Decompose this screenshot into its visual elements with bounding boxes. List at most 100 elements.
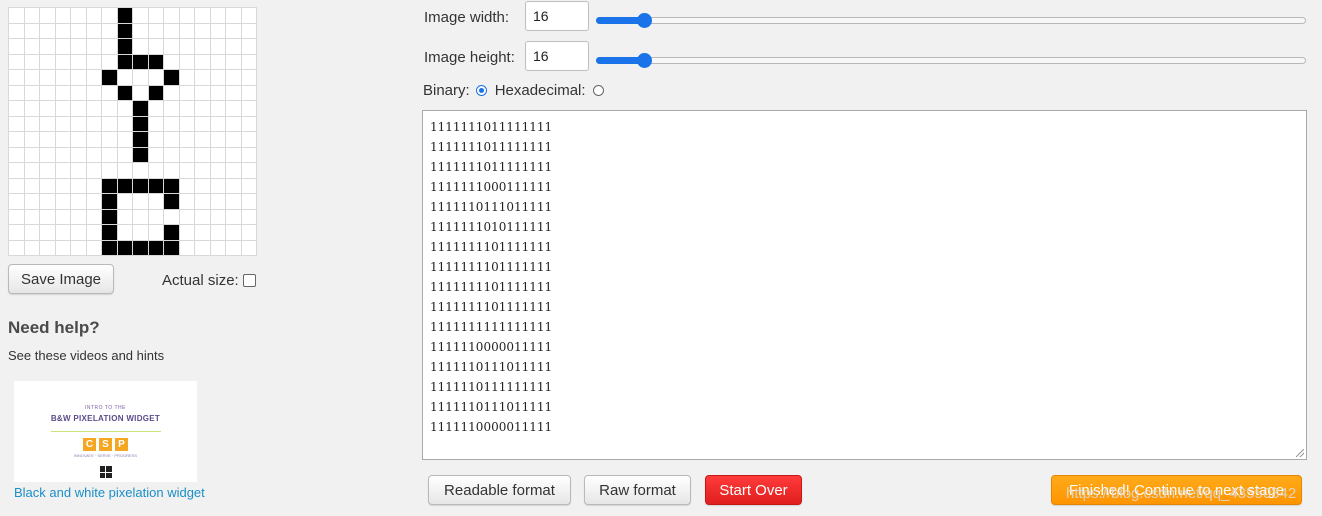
pixel-cell[interactable] xyxy=(55,116,71,132)
pixel-cell[interactable] xyxy=(210,240,226,256)
pixel-cell[interactable] xyxy=(71,132,87,148)
pixel-cell[interactable] xyxy=(164,209,180,225)
pixel-cell[interactable] xyxy=(40,85,56,101)
pixel-cell[interactable] xyxy=(179,101,195,117)
pixel-cell[interactable] xyxy=(71,240,87,256)
pixel-cell[interactable] xyxy=(164,116,180,132)
actual-size-checkbox[interactable] xyxy=(242,274,256,287)
image-height-slider[interactable] xyxy=(596,53,1306,68)
pixel-cell[interactable] xyxy=(40,240,56,256)
pixel-cell[interactable] xyxy=(40,147,56,163)
video-thumbnail[interactable]: INTRO TO THE B&W PIXELATION WIDGET C S P… xyxy=(14,381,197,482)
image-height-input[interactable]: 16 xyxy=(525,41,589,71)
pixel-cell[interactable] xyxy=(71,194,87,210)
pixel-cell[interactable] xyxy=(148,147,164,163)
pixel-cell[interactable] xyxy=(195,8,211,24)
start-over-button[interactable]: Start Over xyxy=(705,475,802,505)
pixel-cell[interactable] xyxy=(86,147,102,163)
pixel-cell[interactable] xyxy=(40,132,56,148)
pixel-cell[interactable] xyxy=(133,23,149,39)
pixel-cell[interactable] xyxy=(179,8,195,24)
pixel-cell[interactable] xyxy=(226,116,242,132)
pixel-cell[interactable] xyxy=(179,194,195,210)
pixelation-widget-link[interactable]: Black and white pixelation widget xyxy=(14,485,205,500)
pixel-cell[interactable] xyxy=(226,194,242,210)
pixel-cell[interactable] xyxy=(195,54,211,70)
pixel-cell[interactable] xyxy=(133,39,149,55)
pixel-cell[interactable] xyxy=(164,147,180,163)
pixel-cell[interactable] xyxy=(9,209,25,225)
pixel-cell[interactable] xyxy=(226,209,242,225)
pixel-cell[interactable] xyxy=(226,178,242,194)
pixel-cell[interactable] xyxy=(71,8,87,24)
pixel-cell[interactable] xyxy=(195,116,211,132)
pixel-cell[interactable] xyxy=(102,178,118,194)
pixel-cell[interactable] xyxy=(241,23,257,39)
raw-format-button[interactable]: Raw format xyxy=(584,475,691,505)
pixel-cell[interactable] xyxy=(9,8,25,24)
pixel-cell[interactable] xyxy=(117,132,133,148)
pixel-cell[interactable] xyxy=(9,116,25,132)
pixel-cell[interactable] xyxy=(117,240,133,256)
pixel-cell[interactable] xyxy=(241,194,257,210)
pixel-cell[interactable] xyxy=(55,132,71,148)
pixel-cell[interactable] xyxy=(241,163,257,179)
pixel-cell[interactable] xyxy=(226,101,242,117)
pixel-cell[interactable] xyxy=(71,178,87,194)
pixel-cell[interactable] xyxy=(117,147,133,163)
pixel-cell[interactable] xyxy=(40,23,56,39)
pixel-cell[interactable] xyxy=(133,163,149,179)
pixel-cell[interactable] xyxy=(241,101,257,117)
pixel-cell[interactable] xyxy=(195,132,211,148)
pixel-cell[interactable] xyxy=(9,240,25,256)
pixel-cell[interactable] xyxy=(210,132,226,148)
pixel-cell[interactable] xyxy=(133,240,149,256)
pixel-cell[interactable] xyxy=(241,178,257,194)
pixel-cell[interactable] xyxy=(195,85,211,101)
pixel-cell[interactable] xyxy=(241,147,257,163)
pixel-cell[interactable] xyxy=(86,70,102,86)
pixel-cell[interactable] xyxy=(86,23,102,39)
pixel-cell[interactable] xyxy=(133,225,149,241)
pixel-cell[interactable] xyxy=(117,23,133,39)
pixel-cell[interactable] xyxy=(164,178,180,194)
pixel-cell[interactable] xyxy=(133,8,149,24)
pixel-cell[interactable] xyxy=(117,54,133,70)
slider-handle[interactable] xyxy=(637,53,653,68)
pixel-cell[interactable] xyxy=(210,178,226,194)
pixel-cell[interactable] xyxy=(117,178,133,194)
resize-handle-icon[interactable] xyxy=(1296,449,1304,457)
pixel-cell[interactable] xyxy=(9,23,25,39)
pixel-cell[interactable] xyxy=(86,178,102,194)
pixel-cell[interactable] xyxy=(24,147,40,163)
pixel-cell[interactable] xyxy=(55,101,71,117)
pixel-cell[interactable] xyxy=(86,240,102,256)
pixel-cell[interactable] xyxy=(179,39,195,55)
pixel-cell[interactable] xyxy=(164,194,180,210)
pixel-cell[interactable] xyxy=(179,132,195,148)
pixel-cell[interactable] xyxy=(9,85,25,101)
pixel-cell[interactable] xyxy=(133,147,149,163)
pixel-cell[interactable] xyxy=(24,209,40,225)
pixel-cell[interactable] xyxy=(148,209,164,225)
pixel-cell[interactable] xyxy=(210,225,226,241)
pixel-cell[interactable] xyxy=(226,8,242,24)
pixel-cell[interactable] xyxy=(86,116,102,132)
pixel-cell[interactable] xyxy=(24,194,40,210)
pixel-cell[interactable] xyxy=(195,225,211,241)
pixel-cell[interactable] xyxy=(71,147,87,163)
pixel-cell[interactable] xyxy=(226,225,242,241)
pixel-cell[interactable] xyxy=(133,116,149,132)
pixel-cell[interactable] xyxy=(195,101,211,117)
pixel-cell[interactable] xyxy=(71,163,87,179)
pixel-cell[interactable] xyxy=(24,116,40,132)
pixel-cell[interactable] xyxy=(102,132,118,148)
pixel-cell[interactable] xyxy=(148,240,164,256)
pixel-cell[interactable] xyxy=(164,8,180,24)
pixel-cell[interactable] xyxy=(86,132,102,148)
pixel-cell[interactable] xyxy=(210,194,226,210)
pixel-cell[interactable] xyxy=(117,39,133,55)
pixel-cell[interactable] xyxy=(210,23,226,39)
pixel-cell[interactable] xyxy=(164,70,180,86)
pixel-cell[interactable] xyxy=(195,23,211,39)
